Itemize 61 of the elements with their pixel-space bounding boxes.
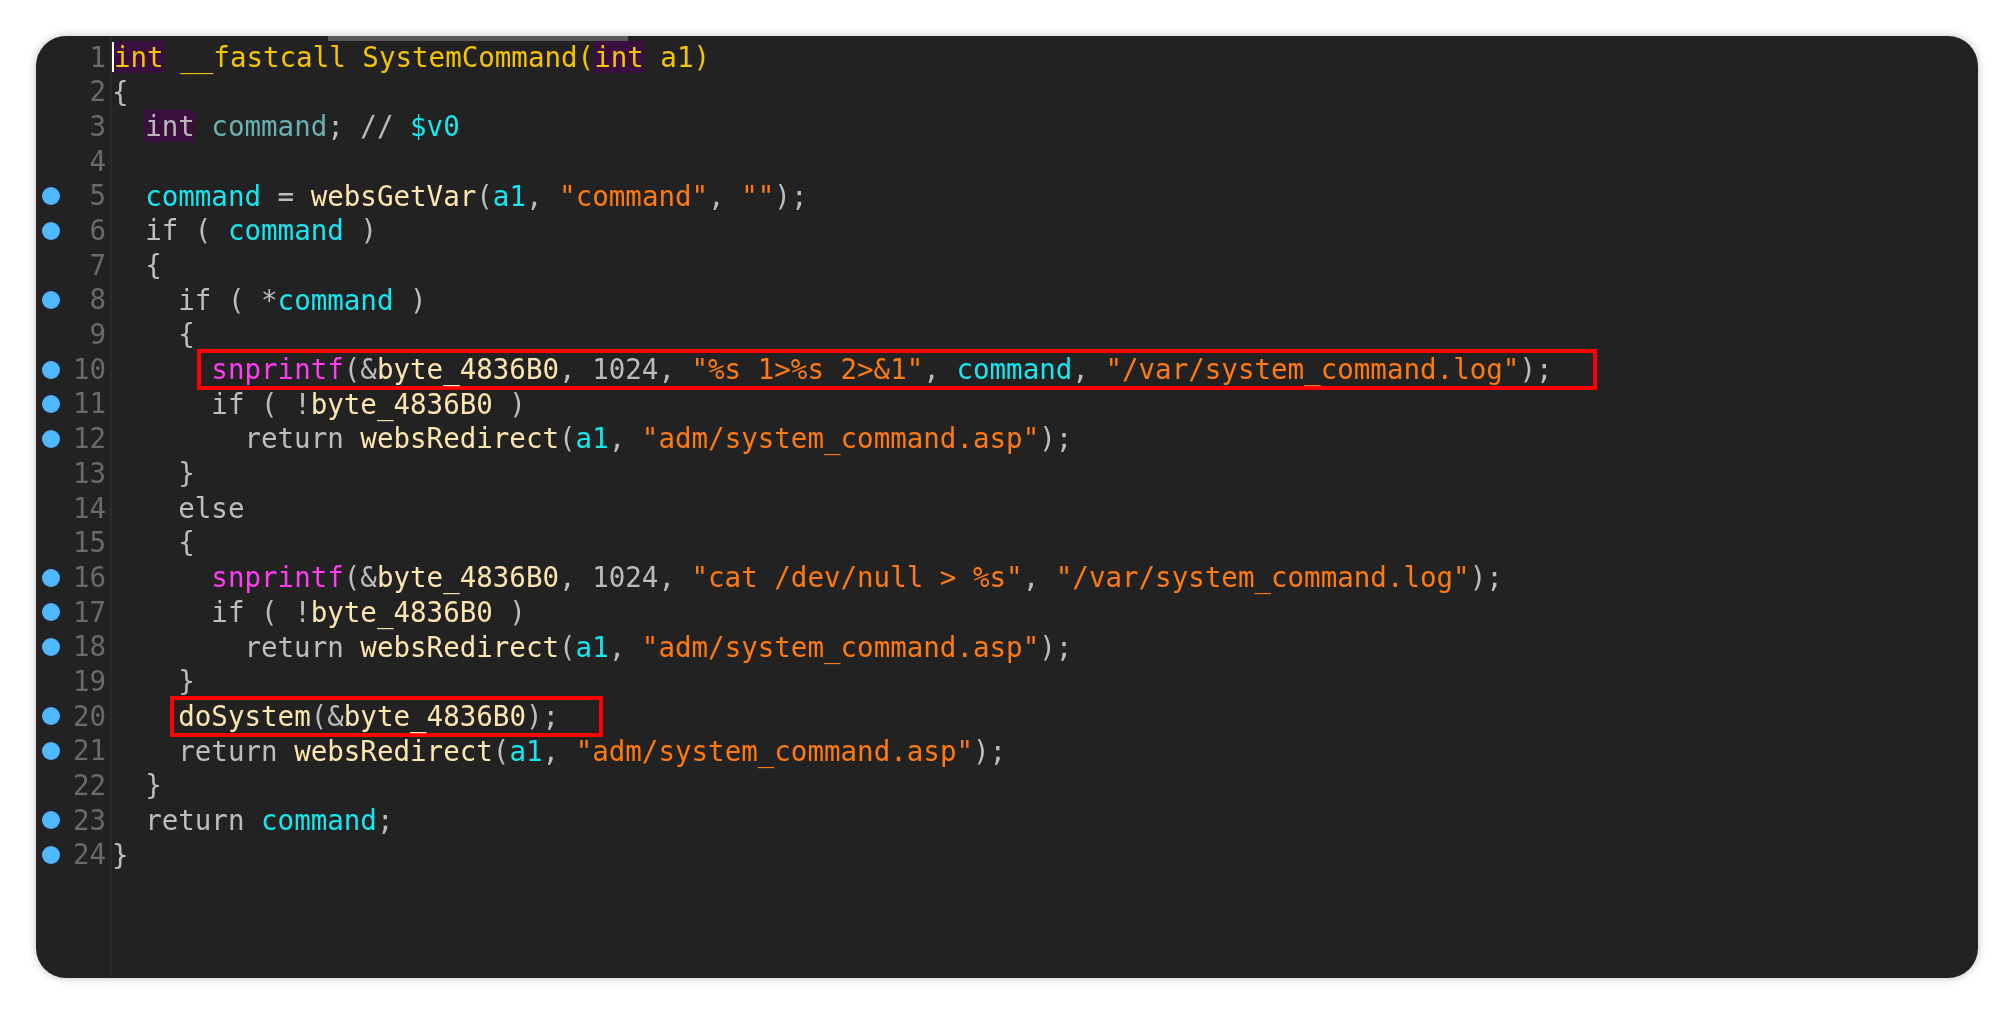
breakpoint-dot-icon[interactable] — [42, 811, 60, 830]
line-number: 23 — [72, 806, 106, 835]
line-number: 20 — [72, 702, 106, 731]
code-line: if ( !byte_4836B0 ) — [211, 595, 526, 629]
code-line: return command; — [145, 803, 394, 837]
line-number: 10 — [72, 355, 106, 384]
breakpoint-dot-icon[interactable] — [42, 360, 60, 379]
code-line: { — [145, 248, 162, 282]
line-number: 12 — [72, 425, 106, 453]
line-number: 18 — [72, 633, 106, 661]
code-line: return websRedirect(a1, "adm/system_command.asp"); — [244, 422, 1073, 456]
line-number: 16 — [72, 563, 106, 592]
breakpoint-dot-icon[interactable] — [42, 707, 60, 726]
line-number: 22 — [72, 772, 106, 800]
breakpoint-dot-icon[interactable] — [42, 742, 60, 761]
breakpoint-dot-icon[interactable] — [42, 638, 60, 657]
line-number: 6 — [89, 217, 106, 245]
line-number: 3 — [89, 112, 106, 141]
line-number: 9 — [89, 321, 106, 349]
line-number: 14 — [72, 494, 106, 523]
code-line: int __fastcall SystemCommand(int a1) — [114, 40, 711, 74]
line-number: 1 — [89, 43, 106, 72]
breakpoint-dot-icon[interactable] — [42, 603, 60, 622]
line-number: 17 — [72, 598, 106, 627]
breakpoint-dot-icon[interactable] — [42, 221, 60, 240]
code-line: doSystem(&byte_4836B0); — [178, 699, 560, 732]
code-line: { — [178, 318, 195, 352]
line-number: 15 — [72, 529, 106, 557]
code-line: } — [145, 769, 162, 803]
line-number: 8 — [89, 286, 106, 314]
breakpoint-dot-icon[interactable] — [42, 291, 60, 310]
code-line: { — [112, 75, 129, 109]
code-line: if ( !byte_4836B0 ) — [211, 387, 526, 421]
code-line: if ( command ) — [145, 214, 377, 248]
breakpoint-dot-icon[interactable] — [42, 429, 60, 448]
code-line: command = websGetVar(a1, "command", ""); — [145, 179, 808, 213]
line-number: 11 — [72, 390, 106, 418]
line-number: 2 — [89, 78, 106, 106]
code-line: snprintf(&byte_4836B0, 1024, "cat /dev/null > %s", "/var/system_command.log"); — [211, 561, 1503, 595]
code-line: if ( *command ) — [178, 283, 427, 317]
line-number: 4 — [89, 147, 106, 176]
line-number: 19 — [72, 667, 106, 696]
code-line: } — [178, 665, 195, 699]
code-line: return websRedirect(a1, "adm/system_command.asp"); — [178, 734, 1007, 768]
breakpoint-dot-icon[interactable] — [42, 187, 60, 206]
code-line: else — [178, 491, 245, 525]
line-number: 5 — [89, 182, 106, 210]
line-number: 24 — [72, 841, 106, 869]
line-number: 7 — [89, 251, 106, 280]
line-number: 21 — [72, 737, 106, 765]
code-line: int command; // $v0 — [145, 110, 460, 144]
code-line: } — [178, 457, 195, 491]
breakpoint-dot-icon[interactable] — [42, 846, 60, 865]
code-line: { — [178, 526, 195, 560]
breakpoint-dot-icon[interactable] — [42, 568, 60, 587]
code-line: } — [112, 838, 129, 872]
code-line: snprintf(&byte_4836B0, 1024, "%s 1>%s 2>&1", command, "/var/system_command.log"); — [211, 353, 1553, 386]
line-number: 13 — [72, 459, 106, 488]
scrollbar-thumb[interactable] — [328, 36, 628, 41]
breakpoint-dot-icon[interactable] — [42, 395, 60, 414]
code-line: return websRedirect(a1, "adm/system_command.asp"); — [244, 630, 1073, 664]
